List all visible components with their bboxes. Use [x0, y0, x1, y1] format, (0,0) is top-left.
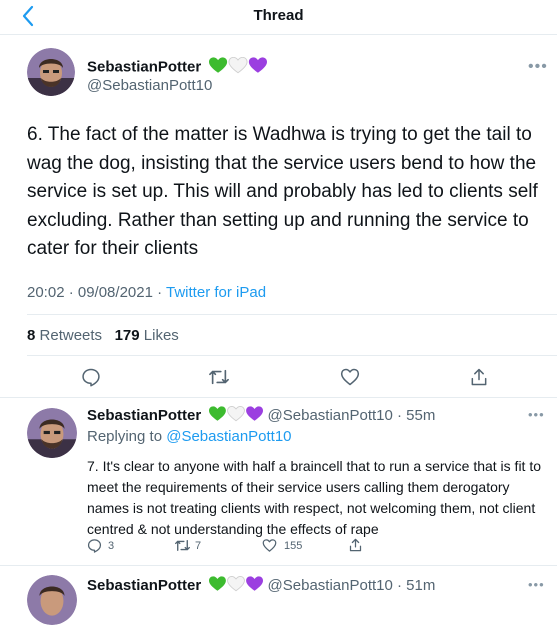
retweet-icon[interactable]	[208, 367, 230, 387]
reply-handle-time: @SebastianPott10 · 55m	[267, 406, 436, 424]
replying-to: Replying to @SebastianPott10	[87, 428, 292, 445]
tweet-text: 6. The fact of the matter is Wadhwa is t…	[27, 124, 538, 259]
reply-handle-time: @SebastianPott10 · 51m	[267, 576, 436, 594]
divider	[27, 355, 557, 356]
emoji-hearts	[209, 575, 264, 596]
reply-text: 7. It's clear to anyone with half a brai…	[87, 458, 542, 537]
page-title: Thread	[253, 7, 304, 24]
author-name[interactable]: SebastianPotter	[87, 56, 268, 78]
share-icon[interactable]	[348, 537, 363, 553]
reply-icon[interactable]	[87, 538, 102, 553]
purple-heart-icon	[249, 57, 268, 73]
tweet-source-link[interactable]: Twitter for iPad	[166, 284, 266, 301]
retweet-count: 7	[195, 540, 202, 552]
reply-author-name: SebastianPotter	[87, 576, 202, 594]
green-heart-icon	[209, 57, 228, 73]
reply-icon[interactable]	[81, 367, 101, 387]
reply-author-name: SebastianPotter	[87, 406, 202, 424]
replying-handle-link[interactable]: @SebastianPott10	[166, 428, 291, 445]
tweet-meta: 20:02 · 09/08/2021 · Twitter for iPad	[27, 284, 266, 301]
top-bar: Thread	[0, 0, 557, 35]
reply-author[interactable]: SebastianPotter @SebastianPott10 · 55m	[87, 405, 436, 426]
more-icon[interactable]: •••	[528, 577, 545, 592]
like-icon[interactable]	[262, 538, 277, 553]
retweet-icon[interactable]	[174, 538, 191, 553]
emoji-hearts	[209, 56, 268, 78]
retweets-stat[interactable]: 8 Retweets	[27, 327, 102, 344]
tweet-stats: 8 Retweets 179 Likes	[27, 327, 179, 344]
share-icon[interactable]	[469, 366, 489, 388]
likes-stat[interactable]: 179 Likes	[115, 327, 179, 344]
divider	[0, 565, 557, 566]
reply-count: 3	[108, 540, 115, 552]
retweets-label: Retweets	[39, 327, 103, 344]
author-handle[interactable]: @SebastianPott10	[87, 77, 212, 94]
more-icon[interactable]: •••	[528, 407, 545, 422]
like-icon[interactable]	[340, 367, 360, 387]
tweet-time: 20:02 · 09/08/2021	[27, 284, 153, 301]
author-name-text: SebastianPotter	[87, 58, 202, 76]
reply-avatar[interactable]	[27, 575, 77, 625]
meta-separator: ·	[152, 284, 167, 301]
more-icon[interactable]: •••	[528, 58, 548, 76]
replying-prefix: Replying to	[87, 428, 167, 445]
avatar[interactable]	[27, 48, 75, 96]
likes-label: Likes	[143, 327, 179, 344]
reply-author[interactable]: SebastianPotter @SebastianPott10 · 51m	[87, 575, 436, 596]
emoji-hearts	[209, 405, 264, 426]
like-count: 155	[284, 540, 303, 552]
retweets-count: 8	[27, 327, 36, 344]
likes-count: 179	[114, 327, 140, 344]
divider	[0, 397, 557, 398]
white-heart-icon	[228, 56, 248, 74]
divider	[27, 314, 557, 315]
reply-avatar[interactable]	[27, 408, 77, 458]
